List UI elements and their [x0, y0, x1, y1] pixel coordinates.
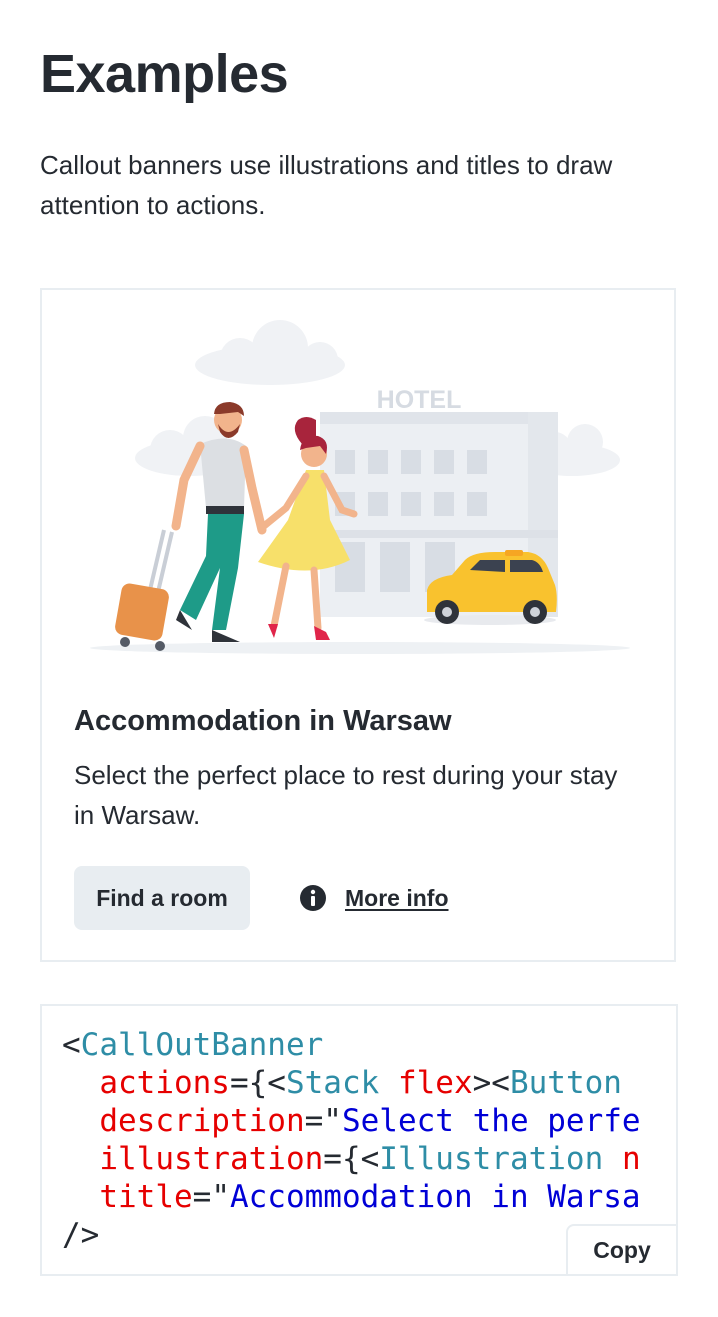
copy-button[interactable]: Copy [566, 1224, 676, 1274]
banner-description: Select the perfect place to rest during … [74, 760, 618, 830]
code-snippet: <CallOutBanner actions={<Stack flex><But… [40, 1004, 678, 1276]
page-intro: Callout banners use illustrations and ti… [40, 150, 613, 220]
page-title: Examples [40, 44, 289, 104]
more-info-label: More info [345, 884, 449, 911]
suitcase [115, 529, 174, 651]
more-info-link[interactable]: More info [299, 866, 449, 930]
banner-title: Accommodation in Warsaw [74, 705, 452, 737]
hotel-sign: HOTEL [377, 386, 462, 414]
find-a-room-button[interactable]: Find a room [74, 866, 250, 930]
code-block: <CallOutBanner actions={<Stack flex><But… [62, 1027, 641, 1253]
info-circle-icon [300, 885, 326, 911]
hotel-travel-illustration: HOTEL [90, 320, 630, 654]
